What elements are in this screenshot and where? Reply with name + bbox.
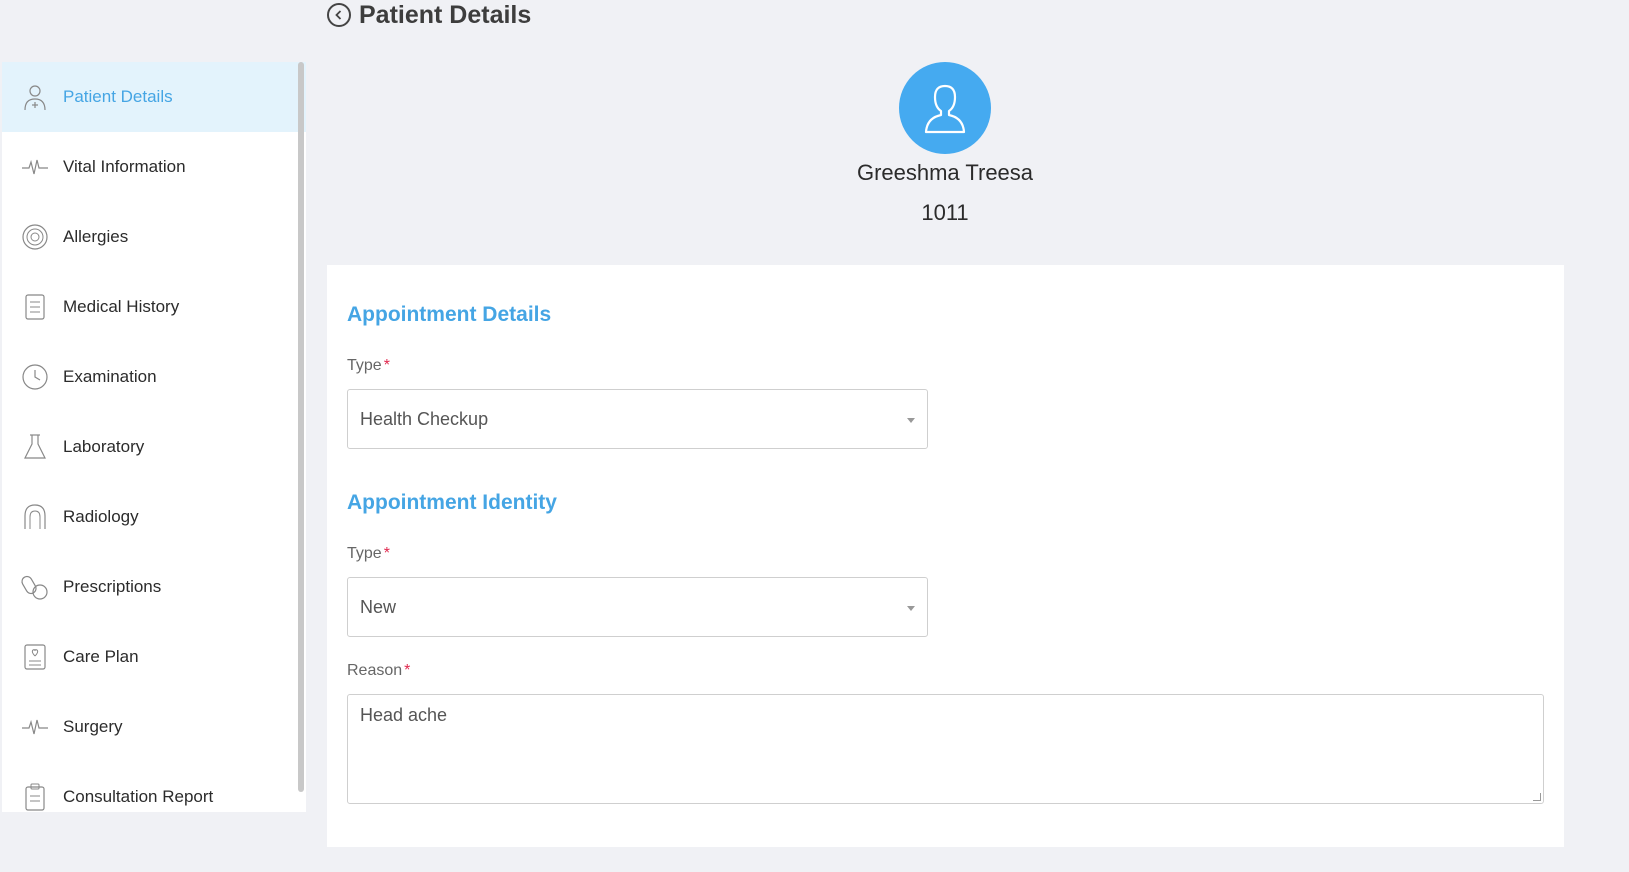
- identity-type-select[interactable]: New: [347, 577, 928, 637]
- required-mark: *: [383, 357, 390, 374]
- caret-down-icon: [907, 606, 915, 611]
- page-header: Patient Details: [327, 0, 531, 30]
- report-icon: [20, 292, 50, 322]
- identity-type-label-text: Type: [347, 545, 382, 562]
- required-mark: *: [383, 545, 390, 562]
- pulse-icon: [20, 152, 50, 182]
- user-icon: [924, 84, 966, 134]
- sidebar: Patient Details Vital Information Allerg…: [2, 62, 306, 812]
- sidebar-item-label: Vital Information: [63, 157, 186, 176]
- required-mark: *: [404, 662, 411, 679]
- sidebar-item-label: Laboratory: [63, 437, 145, 456]
- reason-textarea[interactable]: Head ache: [347, 694, 1544, 804]
- sidebar-item-label: Consultation Report: [63, 787, 214, 806]
- sidebar-item-label: Allergies: [63, 227, 129, 246]
- patient-id: 1011: [921, 200, 969, 225]
- doctor-icon: [20, 82, 50, 112]
- scanner-icon: [20, 502, 50, 532]
- identity-type-label: Type *: [347, 545, 390, 563]
- reason-value: Head ache: [360, 705, 448, 725]
- reason-label-text: Reason: [347, 662, 403, 679]
- appointment-card: Appointment Details Type * Health Checkup…: [327, 265, 1564, 847]
- appointment-details-title: Appointment Details: [347, 303, 552, 326]
- appointment-type-select[interactable]: Health Checkup: [347, 389, 928, 449]
- back-button[interactable]: [327, 3, 351, 27]
- sidebar-item-vital-information[interactable]: Vital Information: [2, 132, 306, 202]
- resize-handle[interactable]: [1533, 793, 1541, 801]
- sidebar-item-prescriptions[interactable]: Prescriptions: [2, 552, 306, 622]
- pills-icon: [20, 572, 50, 602]
- sidebar-item-patient-details[interactable]: Patient Details: [2, 62, 306, 132]
- sidebar-item-laboratory[interactable]: Laboratory: [2, 412, 306, 482]
- sidebar-item-label: Care Plan: [63, 647, 139, 666]
- pulse-icon: [20, 712, 50, 742]
- appointment-type-label-text: Type: [347, 357, 382, 374]
- sidebar-item-allergies[interactable]: Allergies: [2, 202, 306, 272]
- sidebar-scrollbar[interactable]: [298, 62, 304, 792]
- sidebar-item-examination[interactable]: Examination: [2, 342, 306, 412]
- sidebar-item-label: Patient Details: [63, 87, 173, 106]
- sidebar-item-surgery[interactable]: Surgery: [2, 692, 306, 762]
- chevron-left-icon: [335, 10, 342, 20]
- sidebar-item-care-plan[interactable]: Care Plan: [2, 622, 306, 692]
- sidebar-item-label: Medical History: [63, 297, 180, 316]
- sidebar-item-consultation-report[interactable]: Consultation Report: [2, 762, 306, 812]
- reason-label: Reason *: [347, 662, 410, 680]
- appointment-type-label: Type *: [347, 357, 390, 375]
- clipboard-icon: [20, 782, 50, 812]
- sidebar-item-medical-history[interactable]: Medical History: [2, 272, 306, 342]
- patient-name: Greeshma Treesa: [856, 160, 1034, 185]
- appointment-type-value: Health Checkup: [360, 408, 489, 429]
- sidebar-item-radiology[interactable]: Radiology: [2, 482, 306, 552]
- sidebar-item-label: Examination: [63, 367, 157, 386]
- patient-profile: Greeshma Treesa 1011: [780, 62, 1110, 226]
- sidebar-item-label: Prescriptions: [63, 577, 162, 596]
- avatar: [899, 62, 991, 154]
- appointment-identity-title: Appointment Identity: [347, 491, 557, 514]
- identity-type-value: New: [360, 596, 397, 617]
- clock-history-icon: [20, 362, 50, 392]
- sidebar-item-label: Radiology: [63, 507, 139, 526]
- page-title: Patient Details: [359, 0, 532, 29]
- flask-icon: [20, 432, 50, 462]
- sidebar-item-label: Surgery: [63, 717, 123, 736]
- fingerprint-icon: [20, 222, 50, 252]
- caret-down-icon: [907, 418, 915, 423]
- care-plan-icon: [20, 642, 50, 672]
